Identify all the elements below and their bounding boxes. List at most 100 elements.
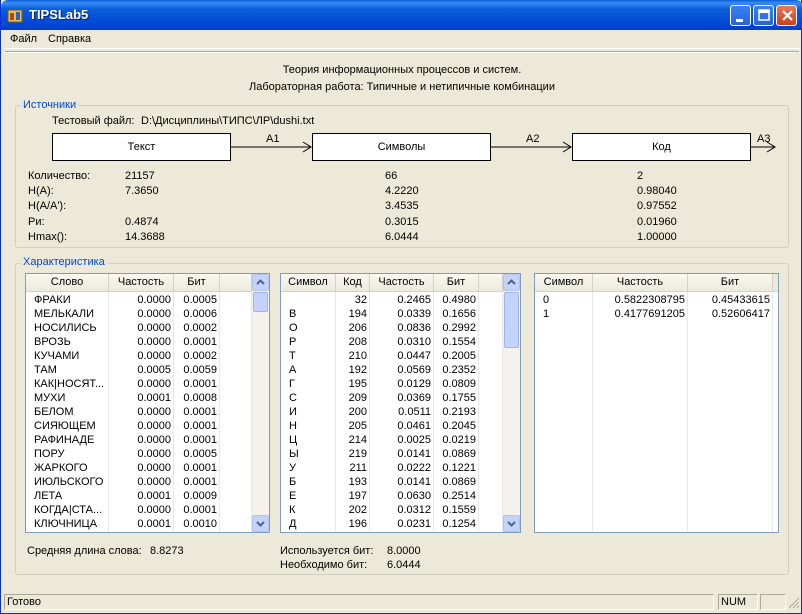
- table-row[interactable]: НОСИЛИСЬ 0.0000 0.0002: [26, 321, 252, 335]
- table-row[interactable]: Д 196 0.0231 0.1254: [281, 517, 503, 531]
- bits-needed-label: Необходимо бит:: [280, 559, 368, 571]
- column-header[interactable]: Бит: [434, 274, 479, 291]
- table-cell: [479, 377, 500, 391]
- column-header[interactable]: Частость: [593, 274, 688, 291]
- table-row[interactable]: В 194 0.0339 0.1656: [281, 307, 503, 321]
- table-row[interactable]: А 192 0.0569 0.2352: [281, 363, 503, 377]
- table-cell: О: [289, 322, 298, 334]
- table-cell: 0.0001: [183, 476, 217, 488]
- table-cell: 0.0312: [397, 504, 431, 516]
- table-cell: 0.0005: [183, 294, 217, 306]
- scroll-up-button[interactable]: [252, 274, 269, 291]
- table-cell: 0.0000: [137, 420, 171, 432]
- flow-box-text: Текст: [52, 133, 231, 161]
- stat-code-value: 0.01960: [637, 216, 677, 228]
- table-row[interactable]: БЕЛОМ 0.0000 0.0001: [26, 405, 252, 419]
- table-cell: 0.0000: [137, 476, 171, 488]
- column-header[interactable]: Частость: [109, 274, 174, 291]
- scroll-up-button[interactable]: [503, 274, 520, 291]
- words-list[interactable]: Слово Частость Бит ФРАКИ 0.0000 0.0005 МЕЛЬКАЛ…: [25, 273, 270, 533]
- column-header[interactable]: Бит: [174, 274, 220, 291]
- table-row[interactable]: КУЧАМИ 0.0000 0.0002: [26, 349, 252, 363]
- scroll-thumb[interactable]: [253, 292, 268, 312]
- grid-line: [592, 292, 593, 532]
- scroll-thumb[interactable]: [504, 292, 519, 348]
- table-row[interactable]: КОГДА|СТА... 0.0000 0.0001: [26, 503, 252, 517]
- table-row[interactable]: 1 0.4177691205 0.52606417: [535, 307, 778, 321]
- codes-list[interactable]: Символ Частость Бит 0 0.5822308795 0.45433615…: [534, 273, 779, 533]
- vertical-scrollbar[interactable]: [503, 274, 520, 532]
- table-row[interactable]: Е 197 0.0630 0.2514: [281, 489, 503, 503]
- stat-label: H(A):: [28, 185, 54, 197]
- table-row[interactable]: У 211 0.0222 0.1221: [281, 461, 503, 475]
- stat-label: H(A/A'):: [28, 200, 67, 212]
- table-row[interactable]: Н 205 0.0461 0.2045: [281, 419, 503, 433]
- close-button[interactable]: [776, 5, 797, 26]
- column-header[interactable]: Символ: [535, 274, 593, 291]
- menu-help[interactable]: Справка: [48, 33, 91, 45]
- table-row[interactable]: Т 210 0.0447 0.2005: [281, 349, 503, 363]
- table-row[interactable]: ВРОЗЬ 0.0000 0.0001: [26, 335, 252, 349]
- table-row[interactable]: Б 193 0.0141 0.0869: [281, 475, 503, 489]
- bits-needed-value: 6.0444: [387, 559, 421, 571]
- table-cell: 210: [348, 350, 367, 362]
- stat-label: Количество:: [28, 170, 91, 182]
- table-row[interactable]: Ы 219 0.0141 0.0869: [281, 447, 503, 461]
- table-row[interactable]: О 206 0.0836 0.2992: [281, 321, 503, 335]
- table-row[interactable]: МЕЛЬКАЛИ 0.0000 0.0006: [26, 307, 252, 321]
- table-cell: [479, 363, 500, 377]
- table-row[interactable]: Ц 214 0.0025 0.0219: [281, 433, 503, 447]
- table-cell: 0.0025: [397, 434, 431, 446]
- table-row[interactable]: 32 0.2465 0.4980: [281, 293, 503, 307]
- flow-box-code: Код: [572, 133, 751, 161]
- table-row[interactable]: ФРАКИ 0.0000 0.0005: [26, 293, 252, 307]
- table-row[interactable]: ТАМ 0.0005 0.0059: [26, 363, 252, 377]
- column-header[interactable]: [479, 274, 503, 291]
- column-header[interactable]: Код: [336, 274, 370, 291]
- table-row[interactable]: МУХИ 0.0001 0.0008: [26, 391, 252, 405]
- table-row[interactable]: СИЯЮЩЕМ 0.0000 0.0001: [26, 419, 252, 433]
- scroll-down-button[interactable]: [503, 515, 520, 532]
- column-header[interactable]: Частость: [370, 274, 434, 291]
- column-header[interactable]: [220, 274, 252, 291]
- table-row[interactable]: С 209 0.0369 0.1755: [281, 391, 503, 405]
- symbols-list[interactable]: Символ Код Частость Бит 32 0.2465 0.4980 В 194 0.…: [280, 273, 521, 533]
- chevron-down-icon: [507, 521, 516, 527]
- vertical-scrollbar[interactable]: [252, 274, 269, 532]
- menu-file[interactable]: Файл: [10, 33, 37, 45]
- column-header[interactable]: Символ: [281, 274, 336, 291]
- table-cell: 0.0000: [137, 378, 171, 390]
- resize-grip-icon[interactable]: [788, 597, 800, 609]
- table-row[interactable]: КАК|НОСЯТ... 0.0000 0.0001: [26, 377, 252, 391]
- characteristics-group-title: Характеристика: [21, 256, 107, 268]
- table-row[interactable]: ПОРУ 0.0000 0.0005: [26, 447, 252, 461]
- table-row[interactable]: К 202 0.0312 0.1559: [281, 503, 503, 517]
- list-header: Символ Частость Бит: [535, 274, 778, 292]
- table-cell: 0.0001: [137, 518, 171, 530]
- table-cell: КЛЮЧНИЦА: [34, 518, 98, 530]
- table-row[interactable]: И 200 0.0511 0.2193: [281, 405, 503, 419]
- menu-bar: Файл Справка: [4, 30, 800, 49]
- table-row[interactable]: ИЮЛЬСКОГО 0.0000 0.0001: [26, 475, 252, 489]
- table-cell: МЕЛЬКАЛИ: [34, 308, 95, 320]
- table-row[interactable]: ЛЕТА 0.0001 0.0009: [26, 489, 252, 503]
- table-cell: БЕЛОМ: [34, 406, 74, 418]
- minimize-button[interactable]: [730, 5, 751, 26]
- table-row[interactable]: КЛЮЧНИЦА 0.0001 0.0010: [26, 517, 252, 531]
- table-cell: Б: [289, 476, 297, 488]
- maximize-button[interactable]: [753, 5, 774, 26]
- table-cell: Н: [289, 420, 297, 432]
- table-row[interactable]: Р 208 0.0310 0.1554: [281, 335, 503, 349]
- table-row[interactable]: РАФИНАДЕ 0.0000 0.0001: [26, 433, 252, 447]
- avg-word-label: Средняя длина слова:: [27, 545, 142, 557]
- scroll-down-button[interactable]: [252, 515, 269, 532]
- column-header[interactable]: Слово: [26, 274, 109, 291]
- table-row[interactable]: Г 195 0.0129 0.0809: [281, 377, 503, 391]
- table-cell: У: [289, 462, 296, 474]
- table-row[interactable]: 0 0.5822308795 0.45433615: [535, 293, 778, 307]
- title-bar[interactable]: TIPSLab5: [1, 0, 802, 30]
- table-row[interactable]: ЖАРКОГО 0.0000 0.0001: [26, 461, 252, 475]
- table-cell: Ц: [289, 434, 298, 446]
- chevron-up-icon: [256, 279, 265, 285]
- column-header[interactable]: Бит: [688, 274, 773, 291]
